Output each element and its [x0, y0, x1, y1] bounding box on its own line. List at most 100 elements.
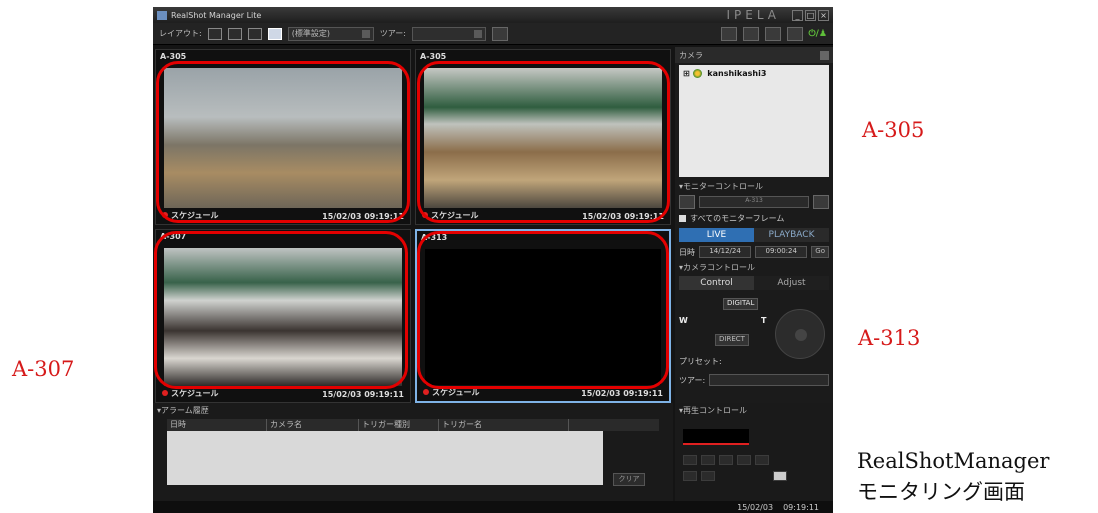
zoom-wide-button[interactable]: W: [679, 316, 688, 325]
camera-tree-item[interactable]: ⊞ kanshikashi3: [683, 69, 825, 78]
all-frames-label: すべてのモニターフレーム: [690, 214, 785, 223]
all-frames-row: すべてのモニターフレーム: [675, 211, 833, 226]
skip-forward-icon[interactable]: [755, 455, 769, 465]
alarm-table-header: 日時 カメラ名 トリガー種別 トリガー名: [167, 419, 659, 431]
clear-button[interactable]: クリア: [613, 473, 645, 486]
app-icon: [157, 10, 167, 20]
camera-panel-header[interactable]: カメラ: [675, 47, 833, 63]
tab-adjust[interactable]: Adjust: [754, 276, 829, 290]
highlight-a305-right: [417, 61, 670, 223]
monitor-camera-field: A-313: [699, 196, 809, 208]
annotation-a313: A-313: [858, 326, 921, 350]
recording-dot-icon: [423, 389, 429, 395]
power-user-icon[interactable]: ⏻/♟: [809, 29, 827, 39]
frame-back-icon[interactable]: [683, 471, 697, 481]
monitor-grid: A-305 スケジュール 15/02/03 09:19:11 A-305 スケジ…: [153, 47, 673, 403]
settings-icon[interactable]: [786, 26, 803, 41]
date-field[interactable]: 14/12/24: [699, 246, 752, 258]
tab-live[interactable]: LIVE: [679, 228, 754, 242]
event-icon[interactable]: [742, 26, 759, 41]
layout-3x3-button[interactable]: [227, 27, 242, 40]
status-time: 09:19:11: [783, 502, 819, 512]
tour-label-side: ツアー:: [679, 375, 706, 385]
status-bar: 15/02/03 09:19:11: [153, 501, 833, 513]
chevron-down-icon: [820, 50, 829, 60]
play-icon[interactable]: [719, 455, 733, 465]
highlight-a305-left: [156, 61, 410, 223]
profile-value: (標準設定): [291, 29, 330, 38]
caption-line-1: RealShotManager: [857, 449, 1050, 473]
all-frames-checkbox[interactable]: [679, 215, 686, 222]
layout-label: レイアウト:: [159, 29, 202, 38]
minimize-icon[interactable]: _: [792, 9, 803, 21]
tab-control[interactable]: Control: [679, 276, 754, 290]
network-globe-icon: [692, 69, 702, 78]
expand-icon[interactable]: ⊞: [683, 69, 690, 78]
camera-control-header[interactable]: ▾ カメラコントロール: [675, 260, 833, 274]
monitor-control-row: A-313: [675, 193, 833, 211]
toolbox-icon[interactable]: [764, 26, 781, 41]
toolbar: レイアウト: (標準設定) ツアー: ⏻/♟: [153, 23, 833, 45]
fast-forward-icon[interactable]: [737, 455, 751, 465]
monitor-control-title: モニターコントロール: [683, 181, 764, 191]
rewind-icon[interactable]: [701, 455, 715, 465]
pause-icon[interactable]: [701, 471, 715, 481]
datetime-row: 日時 14/12/24 09:00:24 Go: [675, 244, 833, 260]
go-button[interactable]: Go: [811, 246, 829, 258]
tour-dropdown[interactable]: [411, 26, 486, 41]
tour-label: ツアー:: [379, 29, 406, 38]
playback-control-header[interactable]: ▾ 再生コントロール: [675, 403, 833, 417]
caption-line-2: モニタリング画面: [857, 480, 1025, 504]
tab-playback[interactable]: PLAYBACK: [754, 228, 829, 242]
chevron-down-icon: [361, 29, 370, 38]
snapshot-icon[interactable]: [813, 195, 829, 209]
preset-label: プリセット:: [679, 357, 722, 366]
column-header[interactable]: トリガー名: [439, 419, 569, 431]
mode-tabs: LIVE PLAYBACK: [679, 228, 829, 242]
sequence-icon[interactable]: [491, 26, 508, 41]
search-icon[interactable]: [720, 26, 737, 41]
brand-logo: IPELA: [726, 8, 780, 22]
column-header[interactable]: トリガー種別: [359, 419, 439, 431]
tour-row: ツアー:: [675, 372, 833, 388]
highlight-a313: [417, 231, 669, 389]
annotation-a307: A-307: [12, 357, 75, 381]
column-header[interactable]: 日時: [167, 419, 267, 431]
layout-2x2-button[interactable]: [207, 27, 222, 40]
annotation-a305: A-305: [862, 118, 925, 142]
column-header[interactable]: カメラ名: [267, 419, 359, 431]
layout-single-button[interactable]: [267, 27, 282, 40]
schedule-label: スケジュール: [432, 388, 480, 397]
highlight-a307: [154, 231, 408, 389]
camera-name: A-305: [420, 52, 447, 61]
skip-back-icon[interactable]: [683, 455, 697, 465]
camera-tree-label: kanshikashi3: [707, 69, 767, 78]
schedule-status: スケジュール: [162, 388, 218, 399]
alarm-history-panel: ▾ アラーム履歴 日時 カメラ名 トリガー種別 トリガー名 クリア: [153, 403, 673, 513]
camera-name: A-305: [160, 52, 187, 61]
ptz-joystick[interactable]: [775, 309, 825, 359]
layout-4x4-button[interactable]: [247, 27, 262, 40]
playback-timeline[interactable]: [683, 429, 749, 445]
alarm-table-body[interactable]: [167, 431, 603, 485]
digital-zoom-button[interactable]: DIGITAL: [723, 298, 759, 310]
alarm-history-header[interactable]: ▾ アラーム履歴: [153, 403, 673, 417]
ptz-home-icon[interactable]: [795, 329, 807, 341]
tour-select[interactable]: [709, 374, 829, 386]
export-icon[interactable]: [773, 471, 787, 481]
zoom-tele-button[interactable]: T: [761, 316, 766, 325]
direct-button[interactable]: DIRECT: [715, 334, 749, 346]
monitor-control-header[interactable]: ▾ モニターコントロール: [675, 179, 833, 193]
title-bar: RealShot Manager Lite IPELA _ □ ×: [153, 7, 833, 23]
camera-control-title: カメラコントロール: [683, 262, 756, 272]
playback-control-title: 再生コントロール: [683, 405, 748, 415]
alarm-history-title: アラーム履歴: [161, 405, 209, 415]
close-icon[interactable]: ×: [818, 9, 829, 21]
maximize-icon[interactable]: □: [805, 9, 816, 21]
profile-dropdown[interactable]: (標準設定): [287, 26, 374, 41]
recording-dot-icon: [162, 390, 168, 396]
playback-control-panel: ▾ 再生コントロール: [675, 403, 833, 501]
time-field[interactable]: 09:00:24: [755, 246, 808, 258]
camera-tree: ⊞ kanshikashi3: [679, 65, 829, 177]
date-label: 日時: [679, 247, 695, 257]
